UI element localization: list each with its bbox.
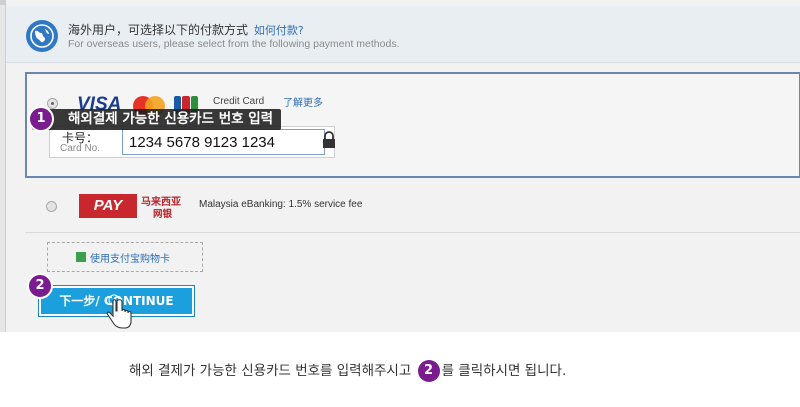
globe-icon <box>26 20 58 52</box>
hand-cursor-icon <box>106 294 132 329</box>
card-number-row: 卡号： Card No. <box>49 126 335 158</box>
malaysia-ebanking-logo: PAY 马来西亚 网银 <box>79 194 191 220</box>
instruction-caption: 해외 결제가 가능한 신용카드 번호를 입력해주시고 2를 클릭하시면 됩니다. <box>0 332 800 407</box>
step-1-badge: 1 <box>28 106 54 132</box>
learn-more-link[interactable]: 了解更多 <box>283 94 323 109</box>
notice-subtitle: For overseas users, please select from t… <box>68 38 400 50</box>
credit-card-label: Credit Card <box>213 96 265 107</box>
card-number-label-en: Card No. <box>60 143 101 154</box>
caption-step-badge: 2 <box>417 360 440 382</box>
gift-card-icon <box>76 252 86 262</box>
ebanking-radio[interactable] <box>46 201 57 212</box>
notice-title: 海外用户，可选择以下的付款方式 如何付款? <box>68 23 304 37</box>
row-divider <box>25 232 800 233</box>
payment-panel: 海外用户，可选择以下的付款方式 如何付款? For overseas users… <box>5 0 800 332</box>
gift-card-label: 使用支付宝购物卡 <box>90 254 170 265</box>
step-2-badge: 2 <box>27 273 53 299</box>
card-number-input[interactable] <box>122 129 325 155</box>
lock-icon <box>323 131 335 148</box>
ebanking-label: Malaysia eBanking: 1.5% service fee <box>199 199 363 210</box>
how-to-pay-link[interactable]: 如何付款? <box>254 24 304 37</box>
payment-screenshot: 海外用户，可选择以下的付款方式 如何付款? For overseas users… <box>0 0 800 332</box>
gift-card-button[interactable]: 使用支付宝购物卡 <box>47 242 203 272</box>
caption-text: 해외 결제가 가능한 신용카드 번호를 입력해주시고 2를 클릭하시면 됩니다. <box>129 360 566 382</box>
step-1-tooltip: 해외결제 가능한 신용카드 번호 입력 <box>32 109 282 130</box>
overseas-notice: 海外用户，可选择以下的付款方式 如何付款? For overseas users… <box>6 6 800 63</box>
credit-card-radio[interactable] <box>47 98 58 109</box>
